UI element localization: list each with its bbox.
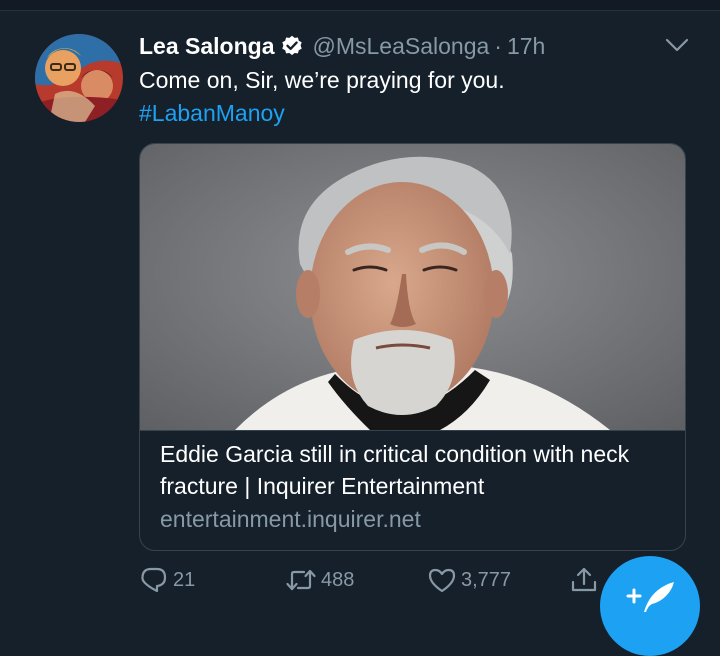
timestamp[interactable]: 17h	[507, 33, 545, 60]
tweet-header: Lea Salonga @MsLeaSalonga · 17h	[139, 30, 545, 62]
heart-icon	[427, 565, 457, 595]
avatar[interactable]	[35, 34, 123, 122]
separator-dot: ·	[494, 32, 502, 59]
verified-badge-icon	[281, 35, 303, 57]
hashtag-link[interactable]: #LabanManoy	[139, 97, 505, 130]
display-name[interactable]: Lea Salonga	[139, 33, 274, 60]
share-icon	[569, 565, 599, 595]
tweet-actions: 21 488 3,777	[139, 563, 609, 597]
timeline-divider	[0, 0, 720, 11]
share-button[interactable]	[569, 563, 599, 597]
retweet-icon	[285, 565, 317, 595]
username-handle[interactable]: @MsLeaSalonga	[312, 33, 489, 60]
retweet-count: 488	[321, 568, 355, 591]
tweet-text: Come on, Sir, we’re praying for you. #La…	[139, 64, 505, 130]
reply-count: 21	[173, 568, 196, 591]
reply-button[interactable]: 21	[139, 563, 195, 597]
card-image	[140, 144, 685, 431]
chevron-down-icon[interactable]	[664, 34, 690, 56]
like-count: 3,777	[461, 568, 512, 591]
reply-icon	[139, 565, 169, 595]
compose-tweet-icon	[626, 582, 674, 612]
compose-tweet-button[interactable]	[600, 556, 700, 656]
card-title: Eddie Garcia still in critical condition…	[160, 441, 630, 499]
card-domain: entertainment.inquirer.net	[160, 506, 421, 532]
link-card[interactable]: Eddie Garcia still in critical condition…	[139, 143, 686, 551]
like-button[interactable]: 3,777	[427, 563, 511, 597]
tweet-body: Come on, Sir, we’re praying for you.	[139, 67, 505, 93]
retweet-button[interactable]: 488	[285, 563, 354, 597]
